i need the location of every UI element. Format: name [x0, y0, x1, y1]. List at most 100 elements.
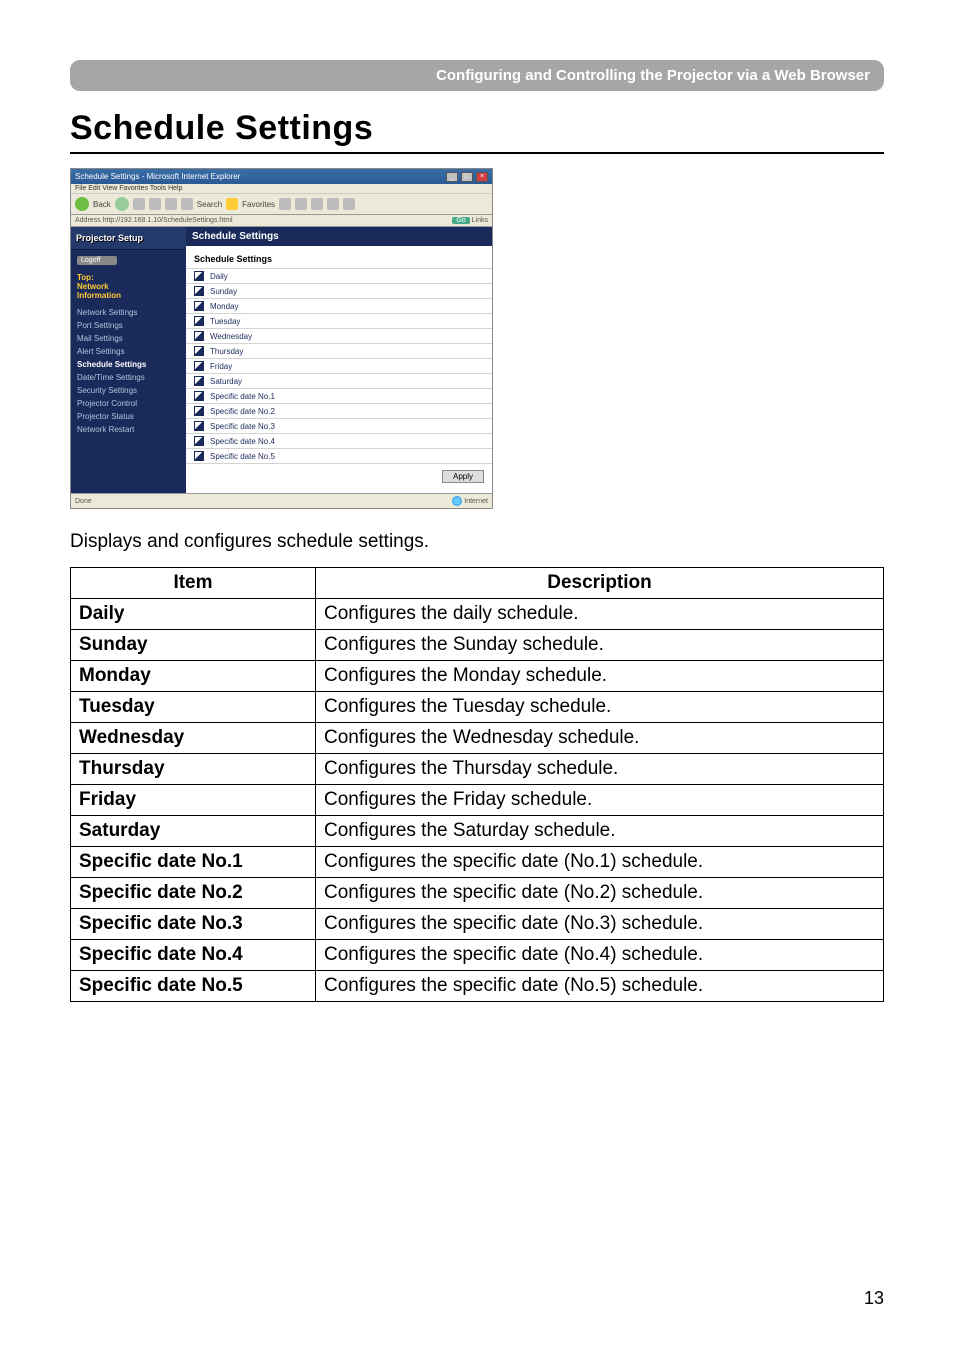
sidebar-item[interactable]: Date/Time Settings — [77, 371, 180, 384]
browser-status-bar: Done Internet — [71, 493, 492, 508]
table-cell-description: Configures the specific date (No.5) sche… — [316, 971, 884, 1002]
schedule-row[interactable]: Specific date No.1 — [186, 388, 492, 403]
table-cell-item: Specific date No.1 — [71, 847, 316, 878]
schedule-row[interactable]: Saturday — [186, 373, 492, 388]
sidebar-item[interactable]: Alert Settings — [77, 345, 180, 358]
table-cell-item: Specific date No.5 — [71, 971, 316, 1002]
search-icon[interactable] — [181, 198, 193, 210]
table-cell-item: Specific date No.2 — [71, 878, 316, 909]
sidebar-item[interactable]: Schedule Settings — [77, 358, 180, 371]
table-cell-item: Saturday — [71, 816, 316, 847]
status-left: Done — [75, 498, 92, 505]
table-row: DailyConfigures the daily schedule. — [71, 599, 884, 630]
schedule-row[interactable]: Tuesday — [186, 313, 492, 328]
table-cell-description: Configures the Saturday schedule. — [316, 816, 884, 847]
sidebar-item[interactable]: Mail Settings — [77, 332, 180, 345]
stop-icon[interactable] — [133, 198, 145, 210]
sidebar: Projector Setup Logoff Top: Network Info… — [71, 227, 186, 493]
media-icon[interactable] — [279, 198, 291, 210]
status-right: Internet — [464, 498, 488, 505]
minimize-icon[interactable]: _ — [446, 172, 458, 182]
sidebar-top-line: Information — [77, 291, 180, 300]
table-cell-description: Configures the Sunday schedule. — [316, 630, 884, 661]
links-label[interactable]: Links — [472, 217, 488, 224]
table-header-description: Description — [316, 568, 884, 599]
table-row: SaturdayConfigures the Saturday schedule… — [71, 816, 884, 847]
maximize-icon[interactable]: □ — [461, 172, 473, 182]
table-cell-item: Thursday — [71, 754, 316, 785]
main-panel: Schedule Settings Schedule Settings Dail… — [186, 227, 492, 493]
schedule-row[interactable]: Daily — [186, 268, 492, 283]
table-cell-description: Configures the specific date (No.3) sche… — [316, 909, 884, 940]
refresh-icon[interactable] — [149, 198, 161, 210]
logoff-button[interactable]: Logoff — [77, 256, 117, 265]
table-cell-item: Daily — [71, 599, 316, 630]
table-cell-item: Tuesday — [71, 692, 316, 723]
table-row: MondayConfigures the Monday schedule. — [71, 661, 884, 692]
table-row: ThursdayConfigures the Thursday schedule… — [71, 754, 884, 785]
browser-menubar[interactable]: File Edit View Favorites Tools Help — [71, 184, 492, 193]
sidebar-top-section[interactable]: Top: Network Information — [71, 271, 186, 306]
schedule-row[interactable]: Specific date No.4 — [186, 433, 492, 448]
go-button[interactable]: Go — [452, 217, 469, 224]
address-text[interactable]: Address http://192.168.1.10/ScheduleSett… — [75, 217, 233, 224]
close-icon[interactable]: × — [476, 172, 488, 182]
table-cell-description: Configures the specific date (No.1) sche… — [316, 847, 884, 878]
home-icon[interactable] — [165, 198, 177, 210]
sidebar-item[interactable]: Network Restart — [77, 423, 180, 436]
back-label[interactable]: Back — [93, 200, 111, 209]
table-row: Specific date No.1Configures the specifi… — [71, 847, 884, 878]
apply-button[interactable]: Apply — [442, 470, 484, 483]
table-header-item: Item — [71, 568, 316, 599]
schedule-row[interactable]: Friday — [186, 358, 492, 373]
table-cell-description: Configures the specific date (No.4) sche… — [316, 940, 884, 971]
sidebar-item[interactable]: Security Settings — [77, 384, 180, 397]
browser-window: Schedule Settings - Microsoft Internet E… — [70, 168, 493, 509]
history-icon[interactable] — [295, 198, 307, 210]
table-row: Specific date No.5Configures the specifi… — [71, 971, 884, 1002]
table-row: FridayConfigures the Friday schedule. — [71, 785, 884, 816]
schedule-row[interactable]: Monday — [186, 298, 492, 313]
sidebar-top-line: Top: — [77, 273, 180, 282]
sidebar-item[interactable]: Network Settings — [77, 306, 180, 319]
sidebar-item[interactable]: Port Settings — [77, 319, 180, 332]
table-cell-item: Sunday — [71, 630, 316, 661]
sidebar-item[interactable]: Projector Control — [77, 397, 180, 410]
schedule-row[interactable]: Sunday — [186, 283, 492, 298]
window-titlebar: Schedule Settings - Microsoft Internet E… — [71, 169, 492, 184]
schedule-row[interactable]: Thursday — [186, 343, 492, 358]
intro-text: Displays and configures schedule setting… — [70, 531, 884, 553]
schedule-row[interactable]: Specific date No.3 — [186, 418, 492, 433]
favorites-label[interactable]: Favorites — [242, 200, 275, 209]
sidebar-item[interactable]: Projector Status — [77, 410, 180, 423]
table-cell-description: Configures the specific date (No.2) sche… — [316, 878, 884, 909]
sidebar-brand: Projector Setup — [71, 227, 186, 250]
table-row: SundayConfigures the Sunday schedule. — [71, 630, 884, 661]
table-row: Specific date No.4Configures the specifi… — [71, 940, 884, 971]
schedule-row[interactable]: Wednesday — [186, 328, 492, 343]
window-title-text: Schedule Settings - Microsoft Internet E… — [75, 172, 240, 181]
table-cell-item: Specific date No.3 — [71, 909, 316, 940]
mail-icon[interactable] — [311, 198, 323, 210]
schedule-row[interactable]: Specific date No.5 — [186, 448, 492, 464]
table-cell-description: Configures the Wednesday schedule. — [316, 723, 884, 754]
search-label[interactable]: Search — [197, 200, 222, 209]
back-icon[interactable] — [75, 197, 89, 211]
edit-icon[interactable] — [343, 198, 355, 210]
table-cell-item: Wednesday — [71, 723, 316, 754]
window-controls: _ □ × — [445, 171, 488, 182]
page-number: 13 — [864, 1288, 884, 1309]
table-cell-description: Configures the Friday schedule. — [316, 785, 884, 816]
forward-icon[interactable] — [115, 197, 129, 211]
table-cell-description: Configures the Tuesday schedule. — [316, 692, 884, 723]
table-cell-item: Monday — [71, 661, 316, 692]
schedule-row[interactable]: Specific date No.2 — [186, 403, 492, 418]
favorites-icon[interactable] — [226, 198, 238, 210]
settings-table: Item Description DailyConfigures the dai… — [70, 567, 884, 1002]
print-icon[interactable] — [327, 198, 339, 210]
table-row: Specific date No.2Configures the specifi… — [71, 878, 884, 909]
browser-toolbar: Back Search Favorites — [71, 193, 492, 215]
table-cell-item: Friday — [71, 785, 316, 816]
table-row: Specific date No.3Configures the specifi… — [71, 909, 884, 940]
table-row: WednesdayConfigures the Wednesday schedu… — [71, 723, 884, 754]
